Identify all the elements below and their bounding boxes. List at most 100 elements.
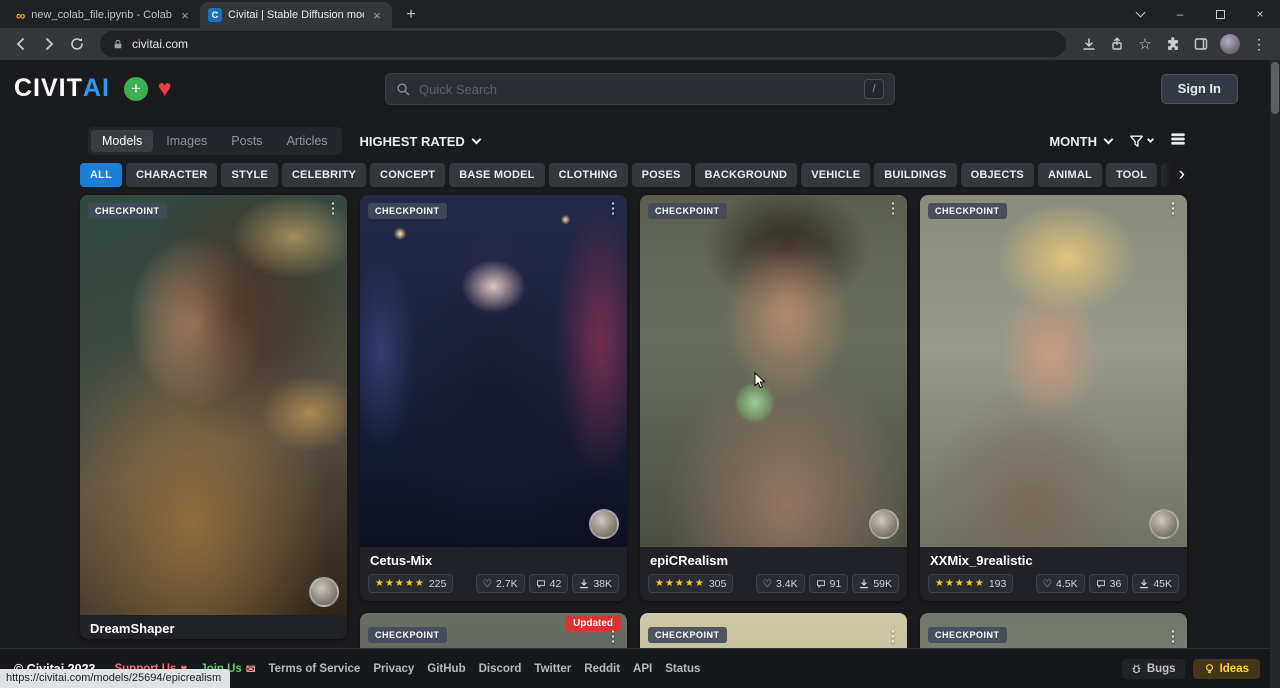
bookmark-star-icon[interactable]: ☆ — [1132, 31, 1158, 57]
side-panel-icon[interactable] — [1188, 31, 1214, 57]
filter-button[interactable] — [1128, 133, 1153, 150]
model-preview-image: CHECKPOINT ⋮ — [80, 195, 347, 615]
footer-link-privacy[interactable]: Privacy — [373, 663, 414, 675]
chips-scroll-right-icon[interactable]: › — [1153, 163, 1187, 187]
civitai-logo[interactable]: CIVITAI — [14, 74, 110, 103]
footer-link-api[interactable]: API — [633, 663, 652, 675]
footer-link-twitter[interactable]: Twitter — [534, 663, 571, 675]
chip-background[interactable]: BACKGROUND — [695, 163, 798, 187]
comments-count: 42 — [550, 578, 562, 590]
tab-search-chevron-icon[interactable] — [1120, 0, 1160, 28]
search-bar[interactable]: / — [385, 73, 895, 105]
model-title: epiCRealism — [640, 547, 907, 571]
creator-avatar[interactable] — [1149, 509, 1179, 539]
creator-avatar[interactable] — [309, 577, 339, 607]
logo-civit-text: CIVIT — [14, 74, 83, 103]
creator-avatar[interactable] — [589, 509, 619, 539]
window-maximize-button[interactable] — [1200, 0, 1240, 28]
profile-avatar[interactable] — [1220, 34, 1240, 54]
tab-title: new_colab_file.ipynb - Colaborat — [31, 9, 172, 21]
card-menu-kebab-icon[interactable]: ⋮ — [603, 199, 623, 219]
chip-all[interactable]: ALL — [80, 163, 122, 187]
site-header: CIVITAI + ♥ / Sign In — [0, 60, 1280, 117]
download-icon — [859, 579, 869, 589]
comments-pill: 36 — [1089, 574, 1129, 593]
tab-models[interactable]: Models — [91, 130, 153, 152]
chip-poses[interactable]: POSES — [632, 163, 691, 187]
chip-style[interactable]: STYLE — [221, 163, 277, 187]
star-rating-icon: ★★★★★ — [375, 578, 425, 589]
tab-colab[interactable]: ∞ new_colab_file.ipynb - Colaborat × — [8, 2, 200, 28]
comment-icon — [1096, 579, 1106, 589]
share-icon[interactable] — [1104, 31, 1130, 57]
chip-concept[interactable]: CONCEPT — [370, 163, 445, 187]
downloads-count: 38K — [593, 578, 612, 590]
footer-link-discord[interactable]: Discord — [479, 663, 522, 675]
layout-toggle-button[interactable] — [1169, 130, 1187, 153]
model-card-cetus-mix[interactable]: CHECKPOINT ⋮ Cetus-Mix ★★★★★ 225 ♡2.7K 4… — [360, 195, 627, 601]
scrollbar-thumb[interactable] — [1271, 62, 1279, 114]
tab-images[interactable]: Images — [155, 130, 218, 152]
card-menu-kebab-icon[interactable]: ⋮ — [883, 627, 903, 647]
sort-dropdown[interactable]: HIGHEST RATED — [360, 134, 480, 149]
browser-menu-kebab-icon[interactable]: ⋮ — [1246, 31, 1272, 57]
reload-icon[interactable] — [64, 31, 90, 57]
creator-avatar[interactable] — [869, 509, 899, 539]
card-menu-kebab-icon[interactable]: ⋮ — [1163, 627, 1183, 647]
likes-pill: ♡3.4K — [756, 574, 805, 593]
window-minimize-button[interactable]: – — [1160, 0, 1200, 28]
support-heart-icon[interactable]: ♥ — [158, 77, 172, 100]
ideas-button[interactable]: Ideas — [1193, 659, 1260, 679]
chip-objects[interactable]: OBJECTS — [961, 163, 1034, 187]
civitai-favicon-icon: C — [208, 8, 222, 22]
back-icon[interactable] — [8, 31, 34, 57]
card-menu-kebab-icon[interactable]: ⋮ — [603, 627, 623, 647]
footer-link-reddit[interactable]: Reddit — [584, 663, 620, 675]
card-menu-kebab-icon[interactable]: ⋮ — [1163, 199, 1183, 219]
tab-articles[interactable]: Articles — [276, 130, 339, 152]
model-card-xxmix[interactable]: CHECKPOINT ⋮ XXMix_9realistic ★★★★★ 193 … — [920, 195, 1187, 601]
chip-buildings[interactable]: BUILDINGS — [874, 163, 956, 187]
chip-vehicle[interactable]: VEHICLE — [801, 163, 870, 187]
filters-row: Models Images Posts Articles HIGHEST RAT… — [0, 117, 1280, 155]
tab-close-icon[interactable]: × — [178, 8, 192, 23]
page-scrollbar[interactable] — [1270, 60, 1280, 688]
chip-animal[interactable]: ANIMAL — [1038, 163, 1102, 187]
forward-icon[interactable] — [36, 31, 62, 57]
likes-pill: ♡4.5K — [1036, 574, 1085, 593]
model-card-epicrealism[interactable]: CHECKPOINT ⋮ epiCRealism ★★★★★ 305 ♡3.4K… — [640, 195, 907, 601]
comments-count: 91 — [830, 578, 842, 590]
chip-clothing[interactable]: CLOTHING — [549, 163, 628, 187]
chip-tool[interactable]: TOOL — [1106, 163, 1157, 187]
tab-title: Civitai | Stable Diffusion models, — [228, 9, 364, 21]
model-card-dreamshaper[interactable]: CHECKPOINT ⋮ DreamShaper — [80, 195, 347, 639]
address-bar[interactable]: civitai.com — [100, 31, 1066, 57]
tab-close-icon[interactable]: × — [370, 8, 384, 23]
sort-label: HIGHEST RATED — [360, 134, 465, 149]
model-preview-image: CHECKPOINT ⋮ — [920, 195, 1187, 547]
heart-icon: ♡ — [483, 578, 492, 590]
tab-posts[interactable]: Posts — [220, 130, 273, 152]
status-url-tooltip: https://civitai.com/models/25694/epicrea… — [0, 669, 230, 688]
footer-link-terms[interactable]: Terms of Service — [268, 663, 360, 675]
period-dropdown[interactable]: MONTH — [1049, 134, 1112, 149]
card-menu-kebab-icon[interactable]: ⋮ — [323, 199, 343, 219]
search-input[interactable] — [419, 82, 856, 97]
upload-plus-button[interactable]: + — [124, 77, 148, 101]
extensions-puzzle-icon[interactable] — [1160, 31, 1186, 57]
footer-link-github[interactable]: GitHub — [427, 663, 465, 675]
model-stats: ★★★★★ 193 ♡4.5K 36 45K — [920, 571, 1187, 601]
chip-character[interactable]: CHARACTER — [126, 163, 217, 187]
downloads-icon[interactable] — [1076, 31, 1102, 57]
heart-icon: ♡ — [1043, 578, 1052, 590]
tab-civitai[interactable]: C Civitai | Stable Diffusion models, × — [200, 2, 392, 28]
sign-in-button[interactable]: Sign In — [1161, 74, 1238, 104]
card-menu-kebab-icon[interactable]: ⋮ — [883, 199, 903, 219]
chip-celebrity[interactable]: CELEBRITY — [282, 163, 366, 187]
window-close-button[interactable]: × — [1240, 0, 1280, 28]
bugs-button[interactable]: Bugs — [1122, 659, 1185, 679]
chip-base-model[interactable]: BASE MODEL — [449, 163, 544, 187]
footer-link-status[interactable]: Status — [665, 663, 700, 675]
model-type-badge: CHECKPOINT — [368, 203, 447, 219]
new-tab-button[interactable]: + — [398, 2, 424, 28]
